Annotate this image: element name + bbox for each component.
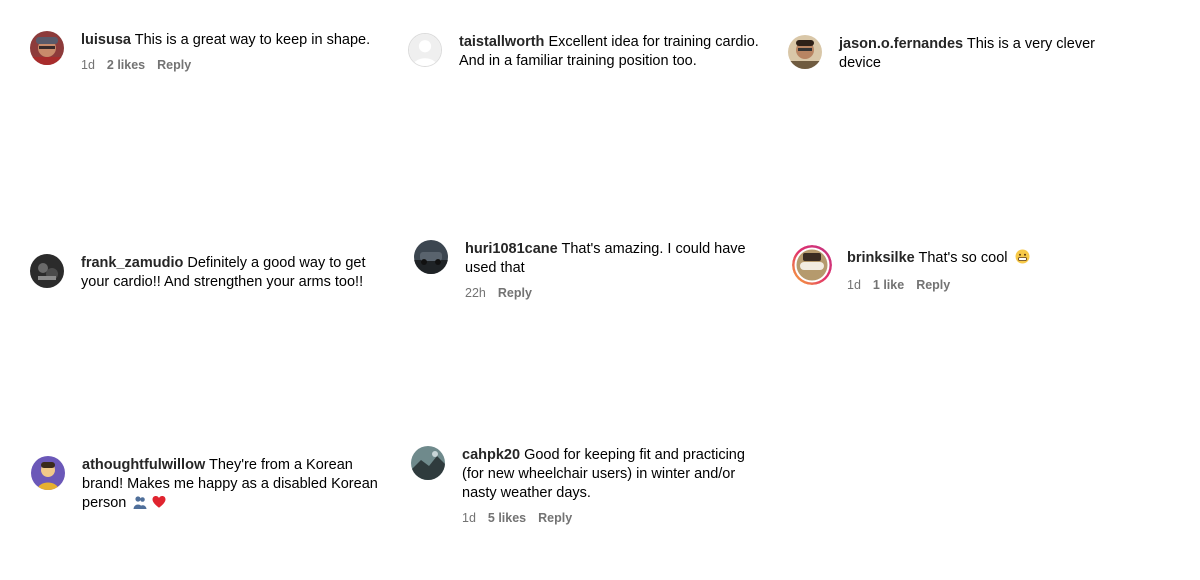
user-photo-icon[interactable] (30, 31, 64, 65)
comment-taistallworth: taistallworth Excellent idea for trainin… (408, 33, 769, 71)
red-heart-emoji-icon (152, 495, 166, 515)
comment-athoughtfulwillow: athoughtfulwillow They're from a Korean … (31, 456, 392, 515)
grimacing-face-emoji-icon (1015, 249, 1030, 270)
likes-count[interactable]: 2 likes (107, 57, 145, 73)
story-ring-avatar-icon[interactable] (792, 245, 832, 285)
comment-body: brinksilke That's so cool 1d 1 like Repl… (847, 249, 1030, 293)
comment-meta: 1d 2 likes Reply (81, 57, 370, 73)
avatar-image (414, 240, 448, 274)
comment-meta: 22h Reply (465, 285, 765, 301)
username-link[interactable]: taistallworth (459, 34, 544, 50)
user-photo-icon[interactable] (30, 254, 64, 288)
avatar-image (31, 456, 65, 490)
comment-meta: 1d 5 likes Reply (462, 510, 767, 526)
comment-huri1081cane: huri1081cane That's amazing. I could hav… (414, 240, 765, 301)
likes-count[interactable]: 5 likes (488, 510, 526, 526)
user-photo-icon[interactable] (31, 456, 65, 490)
comment-time[interactable]: 1d (462, 510, 476, 526)
user-photo-icon[interactable] (788, 35, 822, 69)
comment-body: taistallworth Excellent idea for trainin… (459, 33, 769, 71)
comment-text: That's so cool (918, 250, 1008, 266)
avatar-image (30, 31, 64, 65)
avatar-image (411, 446, 445, 480)
comment-cahpk20: cahpk20 Good for keeping fit and practic… (411, 446, 767, 526)
comment-meta: 1d 1 like Reply (847, 277, 1030, 293)
comment-text-line: cahpk20 Good for keeping fit and practic… (462, 446, 767, 503)
reply-button[interactable]: Reply (916, 277, 950, 293)
comment-body: frank_zamudio Definitely a good way to g… (81, 254, 391, 292)
comment-text: This is a great way to keep in shape. (134, 32, 371, 48)
avatar-image (30, 254, 64, 288)
comment-body: luisusa This is a great way to keep in s… (81, 31, 370, 73)
people-emoji-icon (133, 495, 147, 515)
comment-luisusa: luisusa This is a great way to keep in s… (30, 31, 370, 73)
comment-text-line: huri1081cane That's amazing. I could hav… (465, 240, 765, 278)
default-avatar-icon[interactable] (408, 33, 442, 67)
comment-body: huri1081cane That's amazing. I could hav… (465, 240, 765, 301)
comment-body: cahpk20 Good for keeping fit and practic… (462, 446, 767, 526)
likes-count[interactable]: 1 like (873, 277, 904, 293)
avatar-image (788, 35, 822, 69)
username-link[interactable]: jason.o.fernandes (839, 36, 963, 52)
username-link[interactable]: brinksilke (847, 250, 915, 266)
comment-jason-o-fernandes: jason.o.fernandes This is a very clever … (788, 35, 1129, 73)
user-photo-icon[interactable] (414, 240, 448, 274)
username-link[interactable]: cahpk20 (462, 447, 520, 463)
comment-text-line: brinksilke That's so cool (847, 249, 1030, 270)
comment-time[interactable]: 1d (81, 57, 95, 73)
user-photo-icon[interactable] (411, 446, 445, 480)
reply-button[interactable]: Reply (157, 57, 191, 73)
comment-frank-zamudio: frank_zamudio Definitely a good way to g… (30, 254, 391, 292)
reply-button[interactable]: Reply (498, 285, 532, 301)
comment-time[interactable]: 22h (465, 285, 486, 301)
comment-body: athoughtfulwillow They're from a Korean … (82, 456, 392, 515)
avatar-image (409, 34, 441, 66)
comment-text-line: luisusa This is a great way to keep in s… (81, 31, 370, 50)
comment-text-line: frank_zamudio Definitely a good way to g… (81, 254, 391, 292)
comment-text-line: taistallworth Excellent idea for trainin… (459, 33, 769, 71)
reply-button[interactable]: Reply (538, 510, 572, 526)
comment-text-line: jason.o.fernandes This is a very clever … (839, 35, 1129, 73)
avatar-image (792, 245, 832, 285)
username-link[interactable]: luisusa (81, 32, 131, 48)
username-link[interactable]: athoughtfulwillow (82, 457, 205, 473)
comment-time[interactable]: 1d (847, 277, 861, 293)
comment-text-line: athoughtfulwillow They're from a Korean … (82, 456, 392, 515)
comment-body: jason.o.fernandes This is a very clever … (839, 35, 1129, 73)
username-link[interactable]: huri1081cane (465, 241, 558, 257)
username-link[interactable]: frank_zamudio (81, 255, 183, 271)
comment-brinksilke: brinksilke That's so cool 1d 1 like Repl… (792, 245, 1030, 293)
